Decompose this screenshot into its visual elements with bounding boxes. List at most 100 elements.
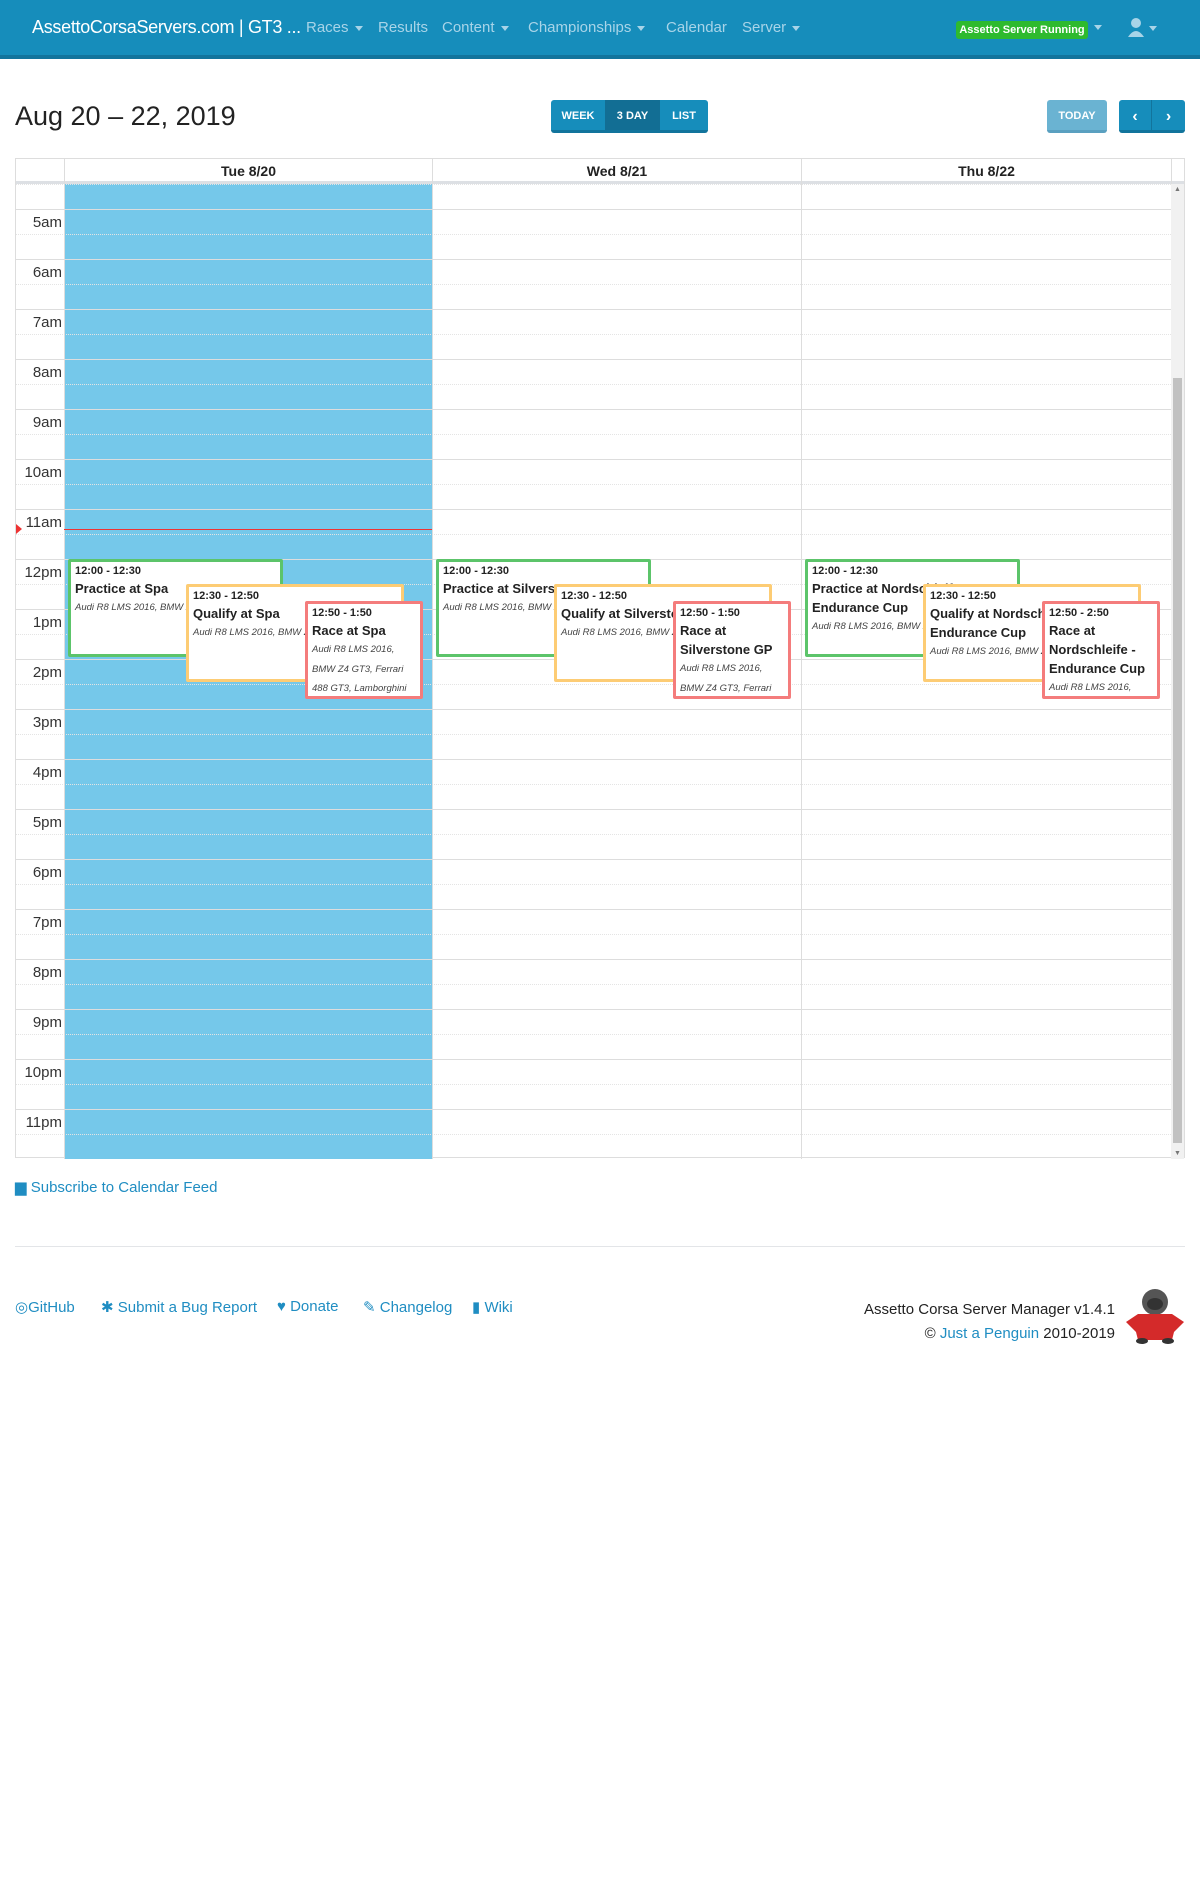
nav-races[interactable]: Races bbox=[306, 19, 363, 36]
event-time: 12:00 - 12:30 bbox=[812, 565, 879, 577]
link-label: Donate bbox=[290, 1298, 339, 1315]
server-status-badge[interactable]: Assetto Server Running bbox=[956, 21, 1088, 39]
caret-down-icon bbox=[354, 25, 363, 31]
nav-results[interactable]: Results bbox=[378, 19, 428, 36]
link-label: GitHub bbox=[28, 1299, 75, 1316]
race-event[interactable]: 12:50 - 1:50 Race at Spa Audi R8 LMS 2016,… bbox=[305, 601, 423, 699]
copyright-symbol: © bbox=[924, 1325, 936, 1342]
user-icon bbox=[1128, 18, 1157, 37]
time-slot bbox=[16, 784, 1171, 809]
next-button[interactable]: › bbox=[1152, 100, 1185, 133]
hour-label: 8pm bbox=[32, 964, 62, 981]
book-icon: ▮ bbox=[472, 1299, 481, 1316]
brand-link[interactable]: AssettoCorsaServers.com | GT3 ... bbox=[32, 17, 301, 38]
hour-label: 10pm bbox=[24, 1064, 62, 1081]
hour-label: 9am bbox=[32, 414, 62, 431]
scrollbar-thumb[interactable] bbox=[1173, 378, 1182, 1143]
hour-label: 9pm bbox=[32, 1014, 62, 1031]
column-divider bbox=[801, 184, 802, 1159]
time-slot bbox=[16, 1134, 1171, 1159]
time-slot bbox=[16, 409, 1171, 434]
time-slot bbox=[16, 734, 1171, 759]
donate-link[interactable]: ♥ Donate bbox=[277, 1298, 338, 1315]
nav-label: Championships bbox=[528, 19, 632, 36]
caret-down-icon bbox=[792, 25, 801, 31]
hour-label: 1pm bbox=[32, 614, 62, 631]
changelog-link[interactable]: ✎ Changelog bbox=[363, 1298, 452, 1316]
time-slot bbox=[16, 1034, 1171, 1059]
hour-label: 5pm bbox=[32, 814, 62, 831]
subscribe-calendar-link[interactable]: ▆ Subscribe to Calendar Feed bbox=[15, 1178, 218, 1196]
hour-label: 11pm bbox=[25, 1114, 62, 1131]
event-time: 12:00 - 12:30 bbox=[443, 565, 510, 577]
time-slot bbox=[16, 284, 1171, 309]
nav-label: Calendar bbox=[666, 19, 727, 36]
nav-server[interactable]: Server bbox=[742, 19, 801, 36]
time-slot bbox=[16, 984, 1171, 1009]
nav-label: Server bbox=[742, 19, 787, 36]
link-label: Changelog bbox=[379, 1299, 453, 1316]
nav-championships[interactable]: Championships bbox=[528, 19, 646, 36]
prev-button[interactable]: ‹ bbox=[1119, 100, 1152, 133]
column-divider bbox=[432, 184, 433, 1159]
hour-label: 2pm bbox=[32, 664, 62, 681]
user-menu[interactable] bbox=[1128, 17, 1158, 39]
week-view-button[interactable]: WEEK bbox=[551, 100, 605, 133]
footer-divider bbox=[15, 1246, 1185, 1247]
day-header: Wed 8/21 bbox=[432, 159, 801, 184]
scroll-down-icon[interactable]: ▼ bbox=[1174, 1150, 1181, 1157]
time-slot bbox=[16, 234, 1171, 259]
nav-content[interactable]: Content bbox=[442, 19, 509, 36]
hour-label: 12pm bbox=[24, 564, 62, 581]
list-view-button[interactable]: LIST bbox=[660, 100, 708, 133]
author-link[interactable]: Just a Penguin bbox=[940, 1325, 1039, 1342]
footer-credits: Assetto Corsa Server Manager v1.4.1 © Ju… bbox=[864, 1298, 1115, 1346]
column-divider bbox=[64, 184, 65, 1159]
time-slot bbox=[16, 459, 1171, 484]
bug-report-link[interactable]: ✱ Submit a Bug Report bbox=[101, 1298, 257, 1316]
event-time: 12:00 - 12:30 bbox=[75, 565, 142, 577]
time-slot bbox=[16, 434, 1171, 459]
time-slot bbox=[16, 934, 1171, 959]
chevron-left-icon: ‹ bbox=[1132, 108, 1138, 125]
heart-icon: ♥ bbox=[277, 1298, 286, 1315]
time-slot bbox=[16, 959, 1171, 984]
time-slot bbox=[16, 1059, 1171, 1084]
hour-label: 6pm bbox=[32, 864, 62, 881]
hour-label: 5am bbox=[32, 214, 62, 231]
time-slot bbox=[16, 534, 1171, 559]
link-label: Submit a Bug Report bbox=[117, 1299, 257, 1316]
scroll-up-icon[interactable]: ▲ bbox=[1174, 186, 1181, 193]
day-header: Tue 8/20 bbox=[64, 159, 432, 184]
event-time: 12:50 - 2:50 bbox=[1049, 607, 1109, 619]
event-time: 12:50 - 1:50 bbox=[680, 607, 740, 619]
now-indicator bbox=[64, 529, 432, 530]
hour-label: 6am bbox=[32, 264, 62, 281]
time-slot bbox=[16, 359, 1171, 384]
chevron-right-icon: › bbox=[1165, 108, 1172, 125]
github-link[interactable]: ◎GitHub bbox=[15, 1298, 75, 1316]
copyright-years: 2010-2019 bbox=[1043, 1325, 1115, 1342]
bug-icon: ✱ bbox=[101, 1299, 114, 1316]
header-spacer bbox=[1171, 159, 1184, 184]
calendar-body[interactable]: 5am 6am 7am 8am 9am 10am 11am 12pm 1pm 2pm 3pm 4pm 5… bbox=[16, 184, 1171, 1159]
hour-label: 7am bbox=[32, 314, 62, 331]
nav-calendar[interactable]: Calendar bbox=[666, 19, 727, 36]
time-slot bbox=[16, 1009, 1171, 1034]
hour-label: 10am bbox=[24, 464, 62, 481]
link-label: Wiki bbox=[484, 1299, 513, 1316]
event-cars: Audi R8 LMS 2016, BMW Z4 GT3, Ferrari 48… bbox=[680, 663, 772, 694]
today-button[interactable]: TODAY bbox=[1047, 100, 1107, 133]
race-event[interactable]: 12:50 - 2:50 Race at Nordschleife - Endur… bbox=[1042, 601, 1160, 699]
3day-view-button[interactable]: 3 DAY bbox=[605, 100, 660, 133]
caret-down-icon bbox=[500, 25, 509, 31]
wiki-link[interactable]: ▮ Wiki bbox=[472, 1298, 513, 1316]
race-event[interactable]: 12:50 - 1:50 Race at Silverstone GP Audi R… bbox=[673, 601, 791, 699]
hour-label: 7pm bbox=[32, 914, 62, 931]
hour-label: 8am bbox=[32, 364, 62, 381]
status-dropdown-icon[interactable] bbox=[1094, 25, 1102, 30]
time-slot bbox=[16, 884, 1171, 909]
time-slot bbox=[16, 759, 1171, 784]
time-slot bbox=[16, 1084, 1171, 1109]
calendar-scrollbar[interactable]: ▲ ▼ bbox=[1171, 184, 1184, 1159]
